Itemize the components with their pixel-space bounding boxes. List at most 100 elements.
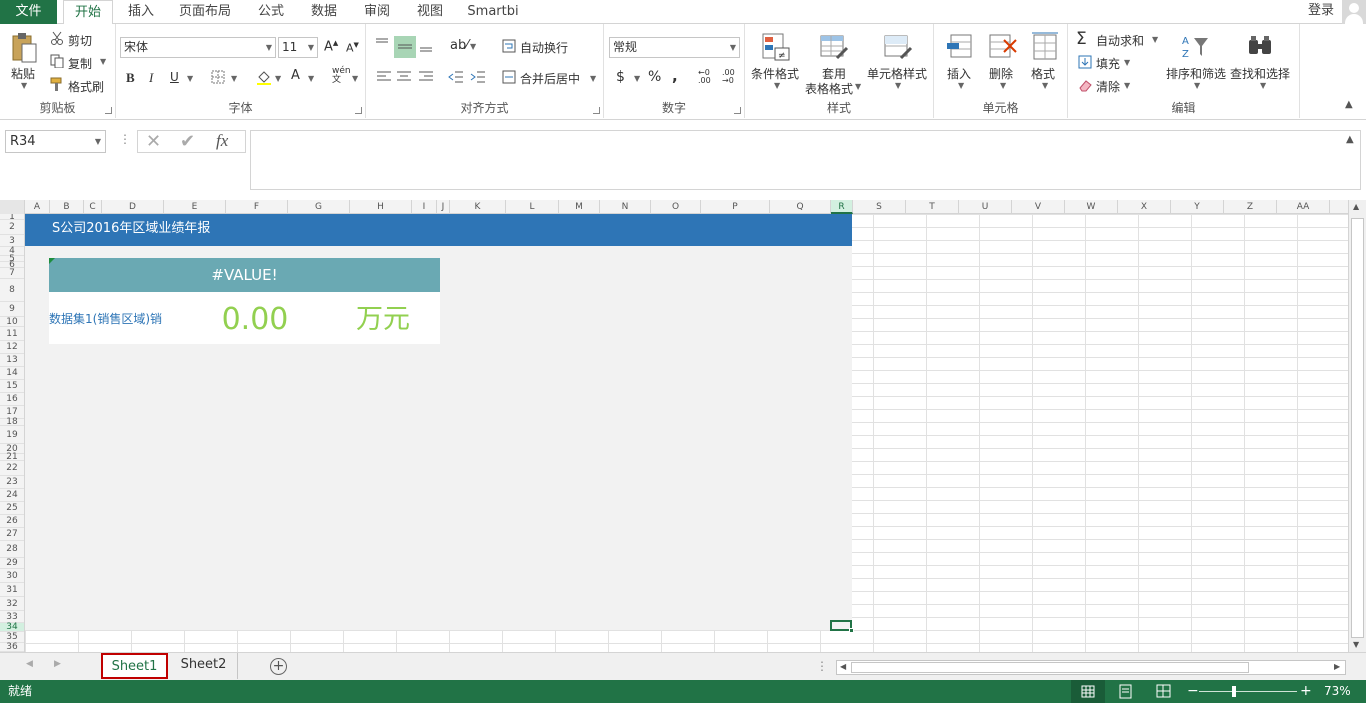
font-launcher-icon[interactable]: [355, 107, 362, 114]
row-header[interactable]: 29: [0, 558, 24, 569]
phonetic-icon[interactable]: wén 文: [332, 67, 351, 85]
shrink-font-icon[interactable]: A▼: [346, 41, 359, 55]
column-header-y[interactable]: Y: [1171, 200, 1224, 214]
fill-button[interactable]: 填充: [1096, 55, 1120, 72]
row-header[interactable]: 12: [0, 341, 24, 354]
align-top-icon[interactable]: [374, 36, 390, 52]
row-header[interactable]: 34: [0, 623, 24, 632]
font-size-select[interactable]: 11 ▼: [278, 37, 318, 58]
align-center-icon[interactable]: [396, 70, 412, 84]
column-header-x[interactable]: X: [1118, 200, 1171, 214]
row-header[interactable]: 19: [0, 426, 24, 444]
vertical-scrollbar[interactable]: ▲ ▼: [1348, 200, 1366, 652]
column-header-t[interactable]: T: [906, 200, 959, 214]
column-header-g[interactable]: G: [288, 200, 350, 214]
find-select-button[interactable]: 查找和选择: [1230, 65, 1290, 82]
sort-filter-button[interactable]: 排序和筛选: [1166, 65, 1226, 82]
collapse-formula-icon[interactable]: ▲: [1346, 134, 1354, 145]
scroll-up-icon[interactable]: ▲: [1353, 202, 1359, 211]
cell-styles-button[interactable]: 单元格样式: [867, 65, 927, 82]
zoom-slider-track[interactable]: [1199, 691, 1297, 692]
enter-icon[interactable]: ✔: [180, 131, 195, 152]
tab-insert[interactable]: 插入: [120, 0, 162, 25]
row-header[interactable]: 13: [0, 354, 24, 367]
row-header[interactable]: 25: [0, 502, 24, 515]
decrease-decimal-icon[interactable]: .00 →0: [722, 69, 735, 85]
fill-color-icon[interactable]: [256, 69, 272, 85]
prev-sheet-icon[interactable]: ◀: [26, 659, 33, 669]
row-header[interactable]: 28: [0, 541, 24, 558]
column-header-v[interactable]: V: [1012, 200, 1065, 214]
horizontal-scroll-thumb[interactable]: [851, 662, 1249, 673]
tab-splitter-icon[interactable]: ⋮: [816, 659, 828, 673]
clipboard-launcher-icon[interactable]: [105, 107, 112, 114]
column-header-q[interactable]: Q: [770, 200, 831, 214]
page-break-view-icon[interactable]: [1150, 680, 1178, 703]
column-header-a[interactable]: A: [25, 200, 50, 214]
row-header[interactable]: 24: [0, 489, 24, 502]
tab-data[interactable]: 数据: [304, 0, 344, 25]
format-cells-button[interactable]: 格式: [1031, 65, 1055, 82]
column-header-h[interactable]: H: [350, 200, 412, 214]
row-header[interactable]: 14: [0, 367, 24, 380]
tab-review[interactable]: 审阅: [357, 0, 397, 25]
paste-button[interactable]: 粘贴: [11, 65, 35, 82]
row-header[interactable]: 36: [0, 643, 24, 652]
column-header-r[interactable]: R: [831, 200, 853, 214]
bold-icon[interactable]: B: [126, 70, 135, 86]
row-header[interactable]: 30: [0, 569, 24, 583]
row-header[interactable]: 7: [0, 268, 24, 279]
comma-icon[interactable]: ,: [672, 67, 678, 85]
tab-view[interactable]: 视图: [410, 0, 450, 25]
scroll-down-icon[interactable]: ▼: [1353, 640, 1359, 649]
column-header-j[interactable]: J: [437, 200, 450, 214]
scroll-right-icon[interactable]: ▶: [1334, 662, 1340, 671]
clear-button[interactable]: 清除: [1096, 78, 1120, 95]
column-header-b[interactable]: B: [50, 200, 84, 214]
border-icon[interactable]: [211, 70, 225, 84]
tab-page-layout[interactable]: 页面布局: [174, 0, 236, 25]
column-header-o[interactable]: O: [651, 200, 701, 214]
scroll-left-icon[interactable]: ◀: [840, 662, 846, 671]
sheet-tab-sheet2[interactable]: Sheet2: [170, 653, 238, 679]
number-launcher-icon[interactable]: [734, 107, 741, 114]
column-header-d[interactable]: D: [102, 200, 164, 214]
decrease-indent-icon[interactable]: [448, 70, 464, 84]
row-header[interactable]: 21: [0, 453, 24, 462]
zoom-in-icon[interactable]: +: [1300, 680, 1312, 703]
row-header[interactable]: 16: [0, 393, 24, 406]
sheet-tab-sheet1[interactable]: Sheet1: [101, 653, 168, 679]
autosum-button[interactable]: 自动求和: [1096, 32, 1144, 49]
row-header[interactable]: 27: [0, 528, 24, 541]
add-sheet-icon[interactable]: +: [270, 658, 287, 675]
row-header[interactable]: 26: [0, 515, 24, 528]
column-header-l[interactable]: L: [506, 200, 559, 214]
increase-indent-icon[interactable]: [470, 70, 486, 84]
column-header-u[interactable]: U: [959, 200, 1012, 214]
zoom-slider-thumb[interactable]: [1232, 686, 1236, 697]
vertical-scroll-thumb[interactable]: [1351, 218, 1364, 638]
number-format-select[interactable]: 常规 ▼: [609, 37, 740, 58]
cut-button[interactable]: 剪切: [68, 32, 92, 49]
percent-icon[interactable]: %: [648, 69, 661, 85]
zoom-level[interactable]: 73%: [1324, 680, 1351, 703]
column-header-c[interactable]: C: [84, 200, 102, 214]
column-header-s[interactable]: S: [853, 200, 906, 214]
merge-center-button[interactable]: 合并后居中: [520, 70, 580, 87]
italic-icon[interactable]: I: [149, 70, 153, 86]
alignment-launcher-icon[interactable]: [593, 107, 600, 114]
tab-smartbi[interactable]: Smartbi: [462, 0, 524, 25]
column-header-i[interactable]: I: [412, 200, 437, 214]
cancel-icon[interactable]: ✕: [146, 131, 161, 152]
horizontal-scrollbar[interactable]: ◀ ▶: [836, 660, 1346, 675]
insert-function-icon[interactable]: fx: [216, 131, 228, 151]
column-header-f[interactable]: F: [226, 200, 288, 214]
font-color-icon[interactable]: A: [291, 68, 300, 83]
increase-decimal-icon[interactable]: ←0.00: [698, 69, 711, 85]
row-header[interactable]: 23: [0, 476, 24, 489]
column-header-k[interactable]: K: [450, 200, 506, 214]
error-indicator-icon[interactable]: [49, 258, 55, 264]
row-header[interactable]: 15: [0, 380, 24, 393]
active-cell-cursor[interactable]: [830, 620, 854, 633]
fill-handle[interactable]: [849, 628, 854, 633]
